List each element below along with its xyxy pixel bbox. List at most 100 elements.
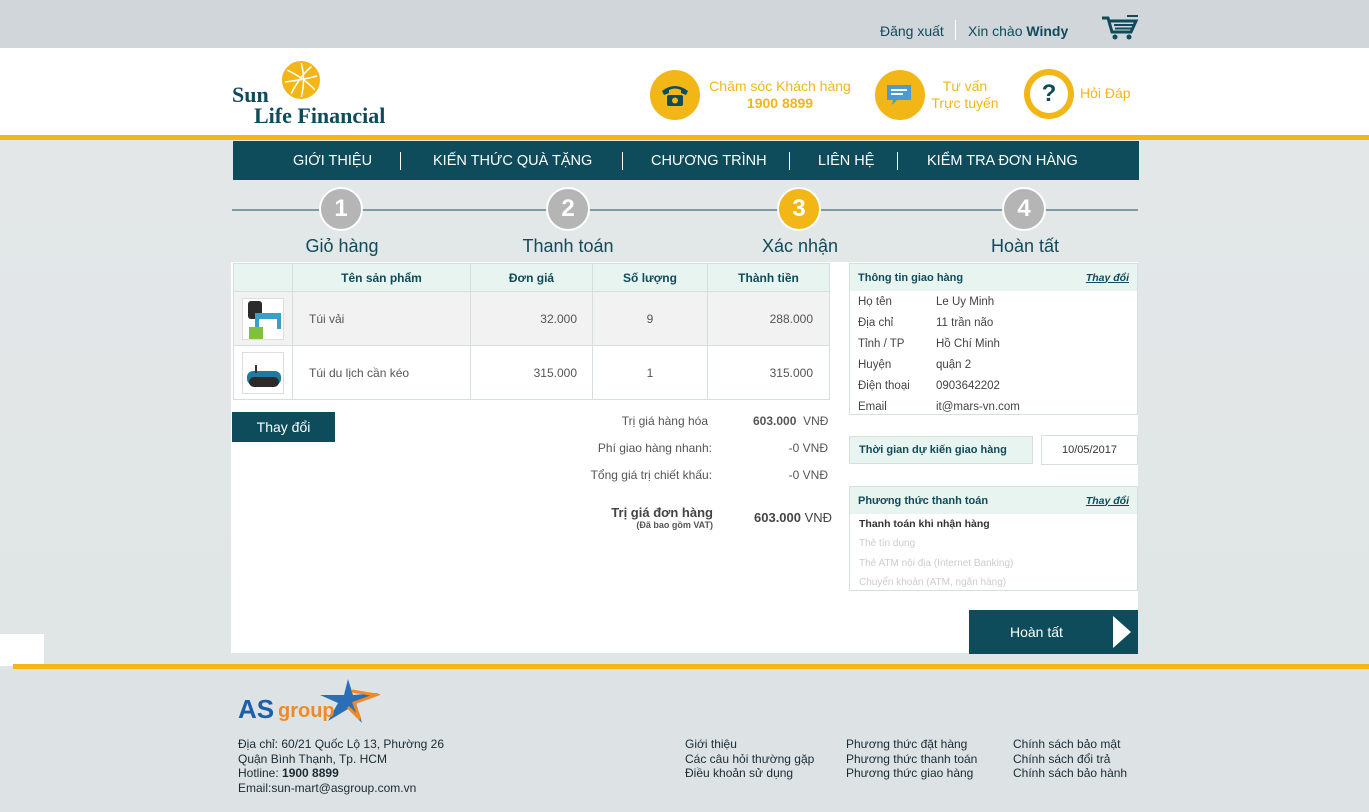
payment-title: Phương thức thanh toán xyxy=(858,494,989,507)
header-qty: Số lượng xyxy=(592,263,708,292)
payment-change-link[interactable]: Thay đổi xyxy=(1086,495,1129,507)
nav-contact[interactable]: LIÊN HỆ xyxy=(818,153,874,169)
nav-divider xyxy=(789,152,790,170)
table-row: Túi du lịch cần kéo 315.000 1 315.000 xyxy=(233,345,830,400)
greeting-text: Xin chào xyxy=(968,23,1023,39)
thumb-cell xyxy=(233,291,293,346)
info-key: Huyện xyxy=(858,358,892,371)
info-row: Địa chỉ 11 trần não xyxy=(850,312,1137,333)
payment-panel-header: Phương thức thanh toán Thay đổi xyxy=(850,487,1137,514)
footer-link[interactable]: Điều khoản sử dụng xyxy=(685,766,814,781)
header-divider xyxy=(0,135,1369,140)
hotline-value: 1900 8899 xyxy=(282,766,339,780)
info-key: Địa chỉ xyxy=(858,316,894,329)
order-unit: VNĐ xyxy=(804,510,833,525)
header: Sun Life Financial Chăm sóc Khách hàng 1… xyxy=(0,48,1369,136)
info-row: Email it@mars-vn.com xyxy=(850,396,1137,417)
payment-option[interactable]: Thẻ tín dụng xyxy=(850,534,1137,554)
change-cart-button[interactable]: Thay đổi xyxy=(232,412,335,442)
address-line2: Quận Bình Thạnh, Tp. HCM xyxy=(238,751,387,766)
footer: AS group Địa chỉ: 60/21 Quốc Lộ 13, Phườ… xyxy=(0,669,1369,812)
info-value: it@mars-vn.com xyxy=(936,400,1020,413)
order-total-label: Trị giá đơn hàng (Đã bao gồm VAT) xyxy=(563,505,713,530)
nav-divider xyxy=(400,152,401,170)
footer-link[interactable]: Phương thức giao hàng xyxy=(846,766,977,781)
info-key: Điện thoại xyxy=(858,379,910,392)
payment-option[interactable]: Thẻ ATM nội địa (Internet Banking) xyxy=(850,554,1137,574)
main-nav: GIỚI THIỆU KIẾN THỨC QUÀ TẶNG CHƯƠNG TRÌ… xyxy=(233,141,1139,180)
goods-unit: VNĐ xyxy=(803,414,829,428)
shipping-panel-header: Thông tin giao hàng Thay đổi xyxy=(850,264,1137,291)
nav-divider xyxy=(622,152,623,170)
footer-link[interactable]: Các câu hỏi thường gặp xyxy=(685,752,814,767)
logo-as: AS xyxy=(238,694,275,724)
table-row: Túi vải 32.000 9 288.000 xyxy=(233,291,830,346)
question-icon[interactable]: ? xyxy=(1024,69,1074,119)
delivery-date: 10/05/2017 xyxy=(1041,435,1138,465)
thumb-cell xyxy=(233,345,293,400)
step-3-circle: 3 xyxy=(777,187,821,231)
cart-icon[interactable] xyxy=(1101,15,1139,41)
goods-value: 603.000 xyxy=(753,414,797,428)
greeting: Xin chào Windy xyxy=(968,23,1068,39)
info-value: Le Uy Minh xyxy=(936,295,995,308)
logout-link[interactable]: Đăng xuất xyxy=(880,23,944,39)
hotline-number: 1900 8899 xyxy=(746,95,814,111)
nav-programs[interactable]: CHƯƠNG TRÌNH xyxy=(651,153,767,169)
step-1-label: Giỏ hàng xyxy=(305,236,379,256)
info-row: Tỉnh / TP Hồ Chí Minh xyxy=(850,333,1137,354)
online-consult-link[interactable]: Tư vấn Trực tuyến xyxy=(925,78,1005,112)
footer-col-3: Chính sách bảo mật Chính sách đổi trả Ch… xyxy=(1013,737,1127,781)
info-value: 11 trần não xyxy=(936,316,994,329)
footer-link[interactable]: Chính sách bảo hành xyxy=(1013,766,1127,781)
finish-button[interactable]: Hoàn tất xyxy=(969,610,1138,654)
footer-link[interactable]: Phương thức thanh toán xyxy=(846,752,977,767)
faq-link[interactable]: Hỏi Đáp xyxy=(1080,85,1131,102)
sun-life-logo[interactable]: Sun Life Financial xyxy=(232,56,402,128)
nav-intro[interactable]: GIỚI THIỆU xyxy=(293,153,372,169)
consult-label2: Trực tuyến xyxy=(931,95,999,111)
footer-contact: Địa chỉ: 60/21 Quốc Lộ 13, Phường 26 Quậ… xyxy=(238,737,444,795)
brand-line2: Life Financial xyxy=(254,103,386,128)
product-image[interactable] xyxy=(242,297,284,340)
header-price: Đơn giá xyxy=(470,263,593,292)
info-value: 0903642202 xyxy=(936,379,1000,392)
product-image[interactable] xyxy=(242,351,284,394)
username: Windy xyxy=(1026,23,1069,39)
goods-label: Trị giá hàng hóa xyxy=(621,414,708,428)
payment-option[interactable]: Chuyển khoản (ATM, ngân hàng) xyxy=(850,573,1137,593)
sun-icon xyxy=(282,61,320,99)
chat-icon[interactable] xyxy=(875,70,925,120)
footer-link[interactable]: Chính sách bảo mật xyxy=(1013,737,1127,752)
nav-gift-knowledge[interactable]: KIẾN THỨC QUÀ TẶNG xyxy=(433,153,592,169)
email: Email:sun-mart@asgroup.com.vn xyxy=(238,780,417,795)
thumb-header xyxy=(233,263,293,292)
ship-label: Phí giao hàng nhanh: xyxy=(597,441,712,455)
header-total: Thành tiền xyxy=(707,263,830,292)
order-note: (Đã bao gồm VAT) xyxy=(636,520,713,530)
cart-table: Tên sản phẩm Đơn giá Số lượng Thành tiền… xyxy=(233,263,830,400)
step-1-circle: 1 xyxy=(319,187,363,231)
step-2-label: Thanh toán xyxy=(522,236,614,256)
finish-label: Hoàn tất xyxy=(1010,624,1063,640)
footer-link[interactable]: Giới thiệu xyxy=(685,737,814,752)
asgroup-logo[interactable]: AS group xyxy=(238,677,388,727)
goods-value-wrap: 603.000 VNĐ xyxy=(753,414,828,428)
phone-icon[interactable] xyxy=(650,70,700,120)
info-row: Điện thoại 0903642202 xyxy=(850,375,1137,396)
step-4-circle: 4 xyxy=(1002,187,1046,231)
shipping-change-link[interactable]: Thay đổi xyxy=(1086,272,1129,284)
footer-link[interactable]: Chính sách đổi trả xyxy=(1013,752,1127,767)
footer-link[interactable]: Phương thức đặt hàng xyxy=(846,737,977,752)
ship-value: -0 VNĐ xyxy=(788,441,828,455)
step-3-label: Xác nhận xyxy=(761,236,839,256)
customer-care-link[interactable]: Chăm sóc Khách hàng 1900 8899 xyxy=(705,78,855,112)
product-total: 315.000 xyxy=(707,345,830,400)
product-qty: 1 xyxy=(592,345,708,400)
nav-order-check[interactable]: KIỂM TRA ĐƠN HÀNG xyxy=(927,153,1078,169)
logo-group: group xyxy=(278,700,335,722)
shipping-panel: Thông tin giao hàng Thay đổi Họ tên Le Uy… xyxy=(849,263,1138,415)
product-price: 315.000 xyxy=(470,345,593,400)
payment-selected[interactable]: Thanh toán khi nhận hàng xyxy=(850,514,1137,534)
product-total: 288.000 xyxy=(707,291,830,346)
